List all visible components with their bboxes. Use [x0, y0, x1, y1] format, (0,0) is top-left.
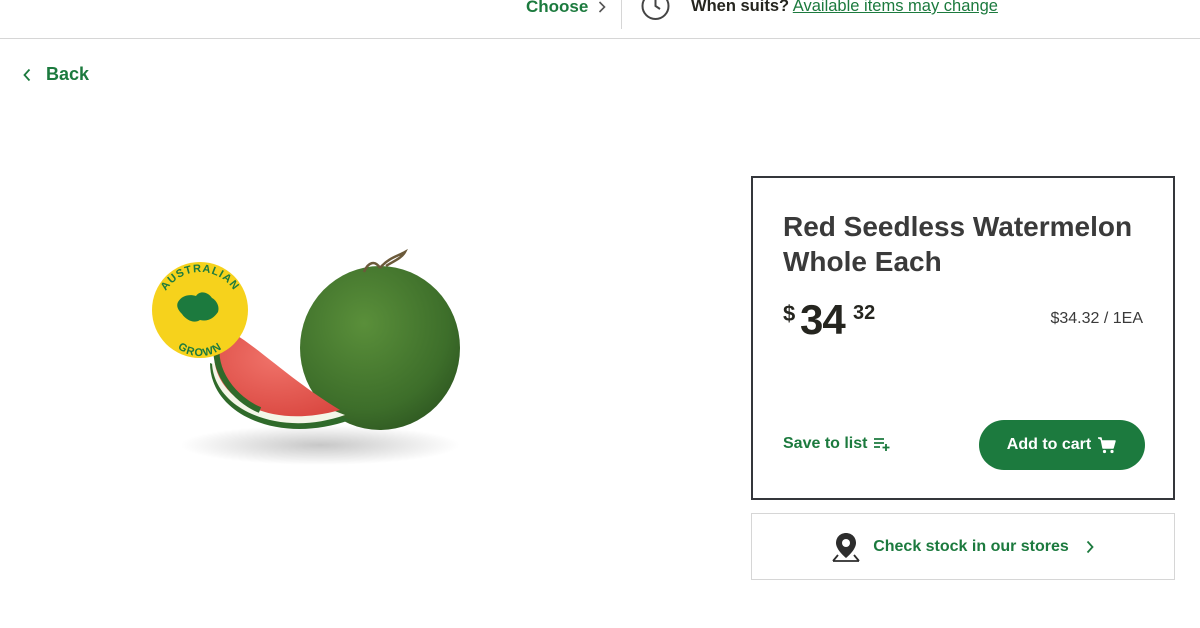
location-pin-icon [832, 532, 860, 562]
unit-price: $34.32 / 1EA [1050, 310, 1143, 327]
check-stock-button[interactable]: Check stock in our stores [751, 513, 1175, 580]
save-to-list-button[interactable]: Save to list [783, 435, 891, 453]
add-to-cart-button[interactable]: Add to cart [979, 420, 1145, 470]
list-add-icon [874, 438, 890, 451]
choose-label: Choose [526, 0, 589, 16]
image-shadow [180, 425, 460, 465]
product-title: Red Seedless Watermelon Whole Each [783, 211, 1133, 277]
product-card: Red Seedless Watermelon Whole Each $ 34 … [751, 176, 1175, 500]
delivery-question: When suits? [691, 0, 790, 15]
check-stock-label: Check stock in our stores [873, 537, 1069, 555]
chevron-right-icon [599, 1, 606, 13]
clock-icon [641, 0, 670, 20]
price-dollars: 34 [800, 296, 846, 343]
product-image: AUSTRALIAN GROWN [152, 248, 460, 465]
price-currency: $ [783, 301, 796, 326]
chevron-left-icon [23, 68, 31, 81]
chevron-right-icon [1086, 540, 1094, 553]
cart-icon [1098, 437, 1116, 454]
available-items-link[interactable]: Available items may change [793, 0, 998, 15]
back-label: Back [46, 64, 90, 84]
add-to-cart-label: Add to cart [1006, 436, 1092, 453]
back-link[interactable]: Back [22, 64, 89, 85]
top-bar: Choose When suits? Available items may c… [0, 0, 1200, 39]
delivery-info: When suits? Available items may change [691, 0, 998, 16]
price-cents: 32 [853, 302, 876, 324]
save-to-list-label: Save to list [783, 435, 868, 452]
choose-delivery-button[interactable]: Choose [526, 0, 606, 17]
header-divider [621, 0, 622, 29]
